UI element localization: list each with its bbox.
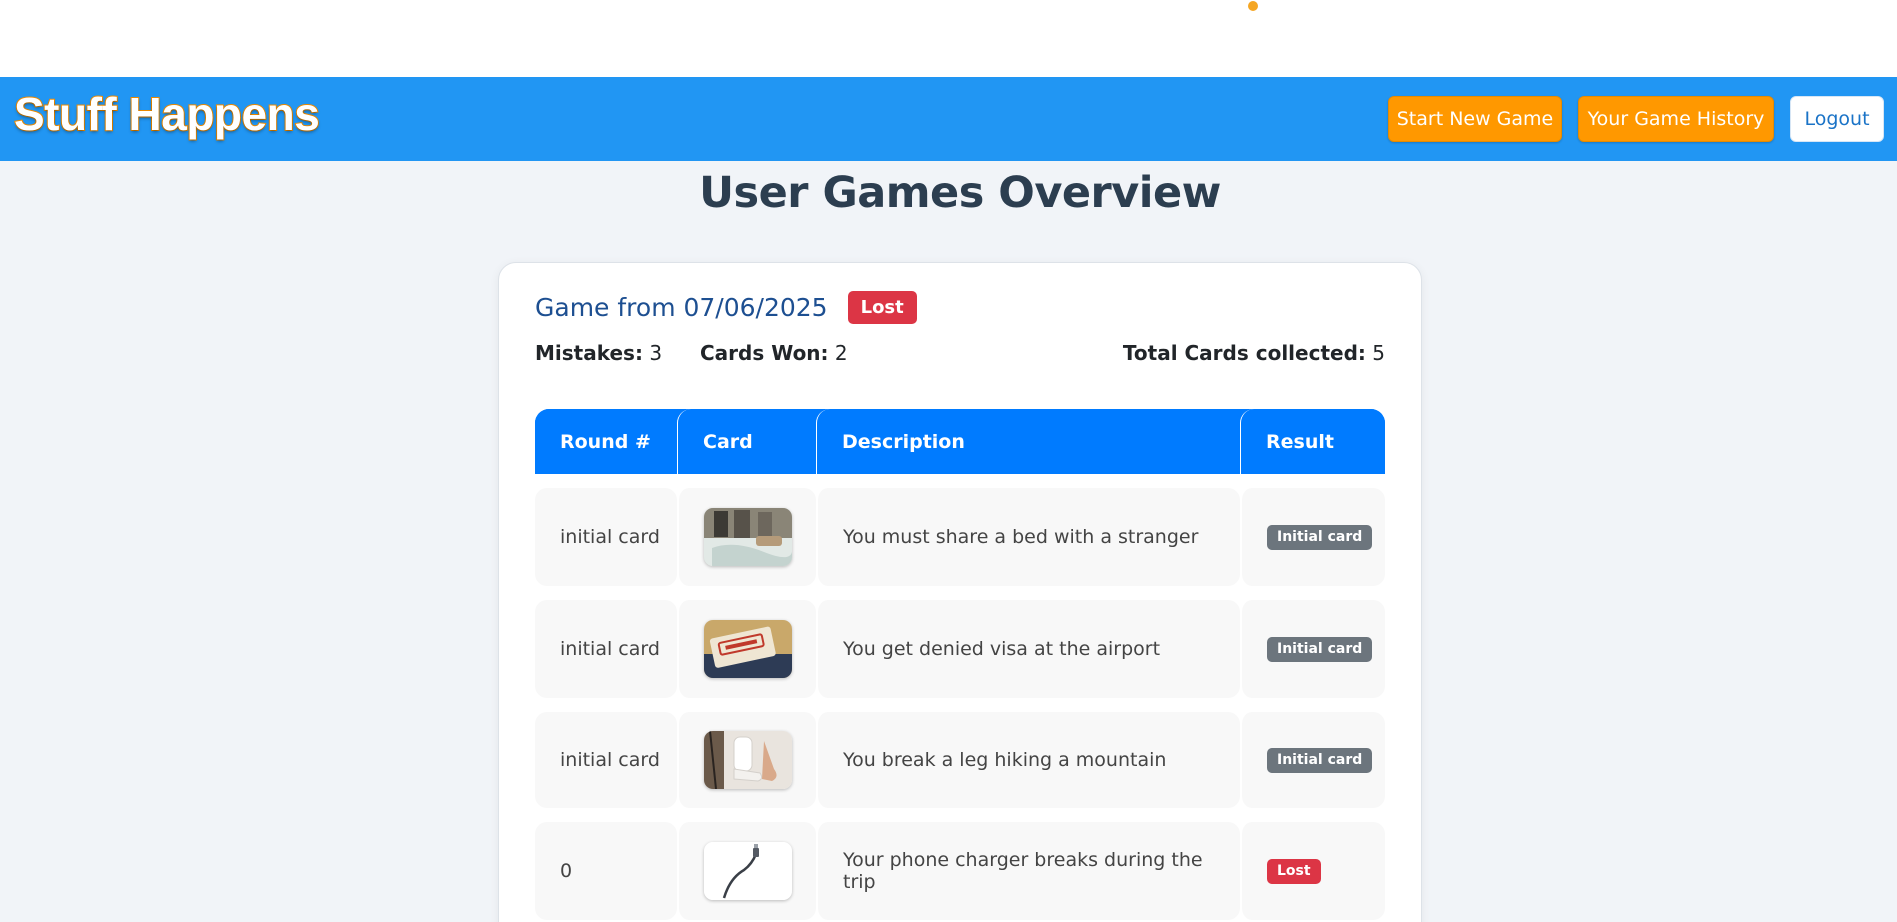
description-cell: You break a leg hiking a mountain [816,712,1240,808]
column-header-card: Card [677,409,816,474]
game-status-badge: Lost [847,291,917,324]
nav-buttons: Start New Game Your Game History Logout [1388,96,1884,142]
mistakes-label: Mistakes: [535,341,643,365]
game-title: Game from 07/06/2025 [535,293,828,322]
table-row: initial card You must share a bed with a… [535,488,1385,586]
total-cards-value: 5 [1372,341,1385,365]
loading-dot-icon [1248,1,1258,11]
navbar: Stuff Happens Start New Game Your Game H… [0,77,1897,161]
broken-leg-photo-image [704,731,792,789]
result-cell: Initial card [1240,600,1385,698]
result-cell: Initial card [1240,712,1385,808]
description-cell: Your phone charger breaks during the tri… [816,822,1240,920]
result-badge: Lost [1267,858,1321,884]
cards-won-stat: Cards Won: 2 [700,341,848,365]
cards-won-label: Cards Won: [700,341,829,365]
table-row: initial card You break a leg hiking a mo… [535,712,1385,808]
game-stats: Mistakes: 3 Cards Won: 2 Total Cards col… [535,341,1385,371]
denied-visa-photo-image [704,620,792,678]
table-row: initial card You get denied visa at the … [535,600,1385,698]
result-badge: Initial card [1267,524,1373,550]
table-header: Round # Card Description Result [535,409,1385,474]
column-header-description: Description [816,409,1240,474]
game-card: Game from 07/06/2025 Lost Mistakes: 3 Ca… [498,262,1422,922]
total-cards-stat: Total Cards collected: 5 [1123,341,1385,365]
result-badge: Initial card [1267,747,1373,773]
description-cell: You must share a bed with a stranger [816,488,1240,586]
logout-button[interactable]: Logout [1790,96,1884,142]
result-cell: Initial card [1240,488,1385,586]
bed-photo-image [704,508,792,566]
phone-charger-photo-image [704,842,792,900]
game-header: Game from 07/06/2025 Lost [535,291,917,324]
total-cards-label: Total Cards collected: [1122,341,1366,365]
game-history-button[interactable]: Your Game History [1578,96,1774,142]
brand-logo[interactable]: Stuff Happens [13,87,321,141]
column-header-result: Result [1240,409,1385,474]
column-header-round: Round # [535,409,677,474]
cards-won-value: 2 [834,341,848,365]
round-cell: 0 [535,822,677,920]
result-badge: Initial card [1267,636,1373,662]
rounds-table: Round # Card Description Result initial … [535,409,1385,920]
result-cell: Lost [1240,822,1385,920]
top-blank-area [0,0,1897,77]
round-cell: initial card [535,488,677,586]
card-cell [677,712,816,808]
card-cell [677,600,816,698]
round-cell: initial card [535,600,677,698]
table-row: 0 Your phone charger breaks during the t… [535,822,1385,920]
round-cell: initial card [535,712,677,808]
card-cell [677,488,816,586]
mistakes-stat: Mistakes: 3 [535,341,662,365]
description-cell: You get denied visa at the airport [816,600,1240,698]
mistakes-value: 3 [649,341,663,365]
card-cell [677,822,816,920]
start-new-game-button[interactable]: Start New Game [1388,96,1562,142]
page-title: User Games Overview [699,168,1221,218]
